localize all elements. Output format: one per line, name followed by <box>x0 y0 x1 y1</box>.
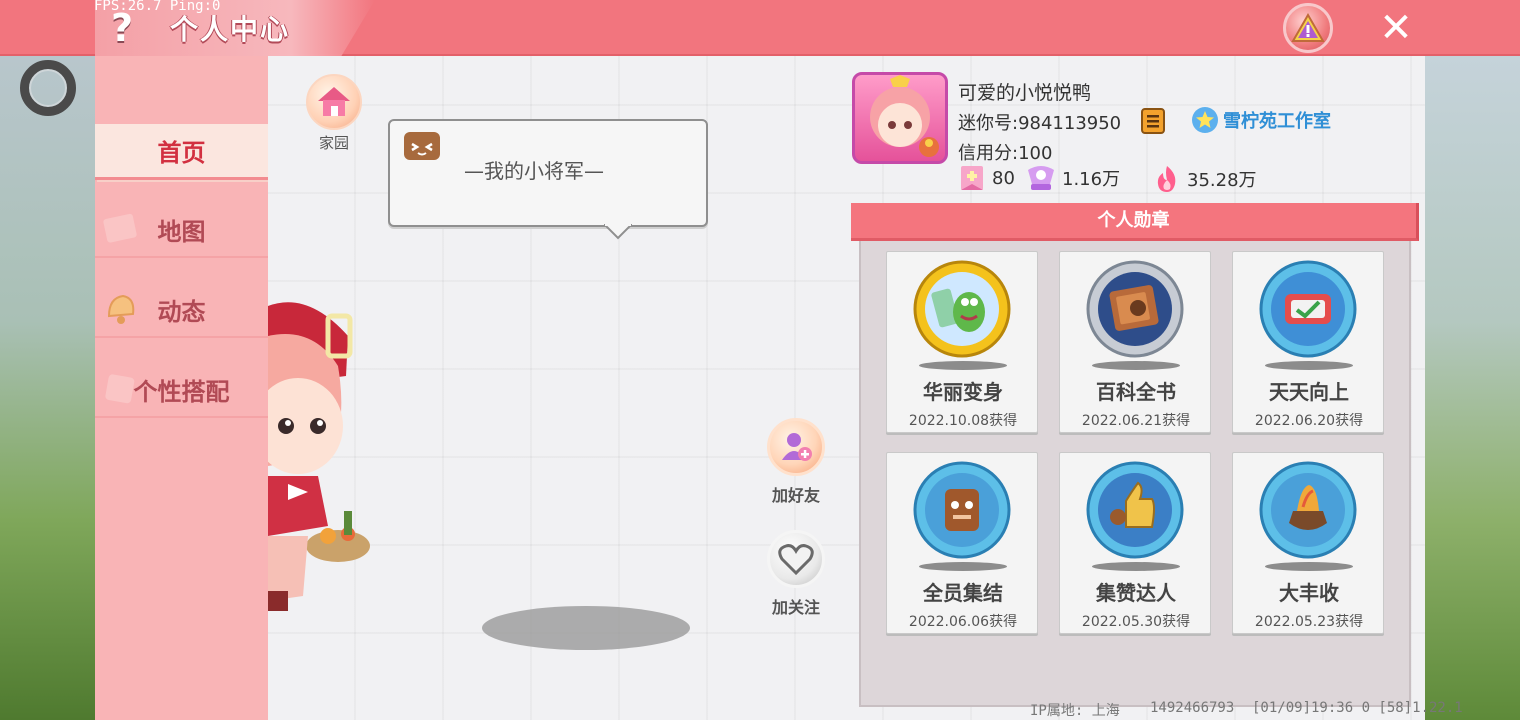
badge-name: 大丰收 <box>1279 581 1339 605</box>
sidebar-item-label: 动态 <box>157 297 206 326</box>
badge-medal-icon <box>913 260 1011 358</box>
player-avatar-model <box>268 302 370 611</box>
fans-icon <box>1028 166 1054 190</box>
home-button[interactable] <box>306 74 362 130</box>
stat-value: 80 <box>992 167 1015 189</box>
outfit-deco-icon <box>105 374 135 404</box>
sidebar-item-label: 地图 <box>157 217 206 246</box>
sidebar-item-home[interactable]: 首页 <box>95 124 268 180</box>
avatar-portrait <box>870 75 939 157</box>
stat-heat: 35.28万 <box>1153 164 1257 194</box>
sidebar-item-label: 首页 <box>157 139 206 167</box>
badge-pedestal <box>1265 562 1353 571</box>
house-icon <box>318 87 350 116</box>
badge-pedestal <box>1265 361 1353 370</box>
home-label: 家园 <box>318 134 349 152</box>
badge-pedestal <box>919 562 1007 571</box>
report-button[interactable] <box>1283 3 1333 53</box>
fps-overlay: FPS:26.7 Ping:0 <box>94 0 221 14</box>
profile-avatar[interactable] <box>852 72 948 164</box>
sidebar-item-label: 个性搭配 <box>133 377 230 406</box>
sidebar-item-activity[interactable]: 动态 <box>95 282 268 338</box>
add-friend-button[interactable] <box>767 418 825 476</box>
studio-name: 雪柠苑工作室 <box>1223 111 1331 132</box>
badge-medal-icon <box>1086 461 1184 559</box>
studio-star-icon <box>1192 107 1218 133</box>
stat-level: 80 <box>958 164 1015 192</box>
stat-fans: 1.16万 <box>1026 164 1120 192</box>
badge-date: 2022.06.06获得 <box>908 614 1018 630</box>
mini-id: 迷你号:984113950 <box>958 113 1122 134</box>
copy-icon[interactable] <box>1140 107 1166 135</box>
badge-card[interactable]: 集赞达人 2022.05.30获得 <box>1059 452 1211 634</box>
badge-pedestal <box>1092 361 1180 370</box>
badge-pedestal <box>1092 562 1180 571</box>
badge-date: 2022.10.08获得 <box>908 413 1018 429</box>
background-scenery-right <box>1425 56 1520 720</box>
badge-medal-icon <box>913 461 1011 559</box>
stat-value: 1.16万 <box>1062 169 1121 190</box>
floating-menu-button[interactable] <box>20 60 76 116</box>
badge-section-title: 个人勋章 <box>851 203 1419 241</box>
badge-card[interactable]: 百科全书 2022.06.21获得 <box>1059 251 1211 433</box>
warning-icon <box>1291 13 1325 42</box>
badge-card[interactable]: 天天向上 2022.06.20获得 <box>1232 251 1384 433</box>
badge-date: 2022.05.23获得 <box>1254 614 1364 630</box>
badge-medal-icon <box>1086 260 1184 358</box>
badge-card[interactable]: 全员集结 2022.06.06获得 <box>886 452 1038 634</box>
user-uid: 1492466793 <box>1150 700 1235 716</box>
heat-icon <box>1157 166 1176 192</box>
map-deco-icon <box>103 213 137 243</box>
badge-pedestal <box>919 361 1007 370</box>
badge-name: 华丽变身 <box>923 380 1003 404</box>
close-button[interactable]: ✕ <box>1374 6 1418 50</box>
nickname: 可爱的小悦悦鸭 <box>958 82 1092 104</box>
badge-medal-icon <box>1259 461 1357 559</box>
background-scenery-left <box>0 56 95 720</box>
badge-name: 全员集结 <box>923 581 1003 605</box>
build-info: [01/09]19:36 0 [58]1.22.1 <box>1252 700 1463 716</box>
emoji-icon <box>404 132 440 160</box>
signature-text: —我的小将军— <box>464 159 604 183</box>
badge-card[interactable]: 大丰收 2022.05.23获得 <box>1232 452 1384 634</box>
badge-date: 2022.05.30获得 <box>1081 614 1191 630</box>
badge-name: 天天向上 <box>1269 380 1349 404</box>
heart-icon <box>778 544 814 575</box>
level-icon <box>961 166 983 190</box>
badge-card[interactable]: 华丽变身 2022.10.08获得 <box>886 251 1038 433</box>
ip-location: IP属地: 上海 <box>1030 703 1120 719</box>
credit-score: 信用分:100 <box>958 143 1053 164</box>
avatar-shadow <box>482 606 690 650</box>
page-title: 个人中心 <box>170 13 291 46</box>
sidebar-item-map[interactable]: 地图 <box>95 202 268 258</box>
sidebar: 首页 地图 动态 个性搭配 <box>95 56 268 720</box>
add-friend-label: 加好友 <box>771 486 820 505</box>
studio-link[interactable]: 雪柠苑工作室 <box>1191 106 1331 134</box>
speech-tail <box>604 224 632 240</box>
badge-date: 2022.06.20获得 <box>1254 413 1364 429</box>
badge-name: 集赞达人 <box>1096 581 1176 605</box>
badge-medal-icon <box>1259 260 1357 358</box>
follow-label: 加关注 <box>771 598 820 617</box>
follow-button[interactable] <box>767 530 825 588</box>
top-bar: ? 个人中心 ✕ <box>0 0 1520 56</box>
badge-name: 百科全书 <box>1096 380 1176 404</box>
bell-icon <box>107 294 135 324</box>
badge-date: 2022.06.21获得 <box>1081 413 1191 429</box>
stat-value: 35.28万 <box>1187 170 1257 191</box>
sidebar-item-outfit[interactable]: 个性搭配 <box>95 362 268 418</box>
add-friend-icon <box>782 433 812 461</box>
